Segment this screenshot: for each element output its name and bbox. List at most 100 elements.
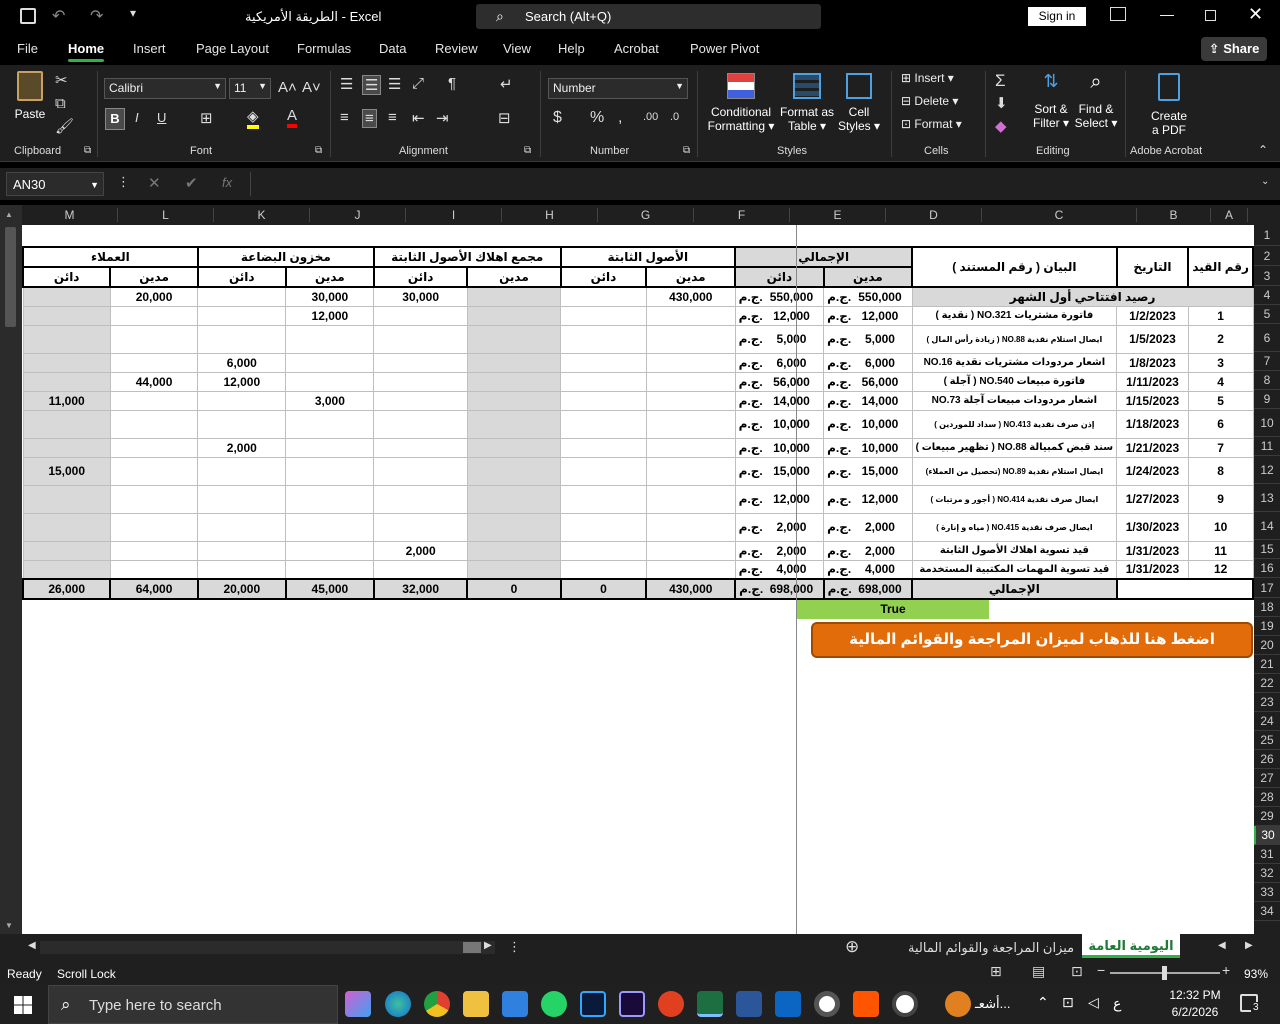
entry-i[interactable] (373, 390, 468, 411)
entry-g[interactable] (560, 484, 647, 514)
column-header-m[interactable]: M (22, 208, 118, 222)
entry-credit-total[interactable]: ج.م. 14,000 (734, 390, 825, 411)
entry-debit-total[interactable]: ج.م. 15,000 (823, 456, 913, 486)
entry-h[interactable] (466, 324, 562, 354)
total-h[interactable]: 0 (466, 578, 562, 600)
row-header-30[interactable]: 30 (1254, 826, 1280, 845)
row-header-12[interactable]: 12 (1254, 456, 1280, 484)
row-header-24[interactable]: 24 (1254, 712, 1280, 731)
total-f[interactable]: 430,000 (645, 578, 737, 600)
entry-j[interactable] (285, 437, 375, 458)
soundcloud-icon[interactable] (853, 991, 879, 1017)
entry-no[interactable]: 5 (1187, 390, 1254, 411)
entry-h[interactable] (466, 352, 562, 373)
entry-debit-total[interactable]: ج.م. 2,000 (823, 540, 913, 561)
entry-l[interactable] (109, 324, 199, 354)
row-header-13[interactable]: 13 (1254, 484, 1280, 512)
entry-no[interactable]: 3 (1187, 352, 1254, 373)
entry-description[interactable]: اشعار مردودات مشتريات نقدية NO.16 (911, 352, 1118, 373)
comma-icon[interactable]: , (618, 109, 622, 127)
edge-icon[interactable] (385, 991, 411, 1017)
column-header-l[interactable]: L (118, 208, 214, 222)
taskbar-search[interactable]: ⌕ Type here to search (48, 985, 338, 1024)
entry-m[interactable] (22, 352, 111, 373)
entry-i[interactable] (373, 305, 468, 326)
header-debit[interactable]: مدين (822, 266, 914, 288)
row-header-1[interactable]: 1 (1254, 225, 1280, 246)
entry-i[interactable] (373, 437, 468, 458)
decrease-indent-icon[interactable]: ⇤ (412, 109, 425, 127)
entry-debit-total[interactable]: ج.م. 10,000 (823, 437, 913, 458)
entry-credit-total[interactable]: ج.م. 12,000 (734, 305, 825, 326)
header-description[interactable]: البيان ( رقم المستند ) (911, 246, 1118, 288)
entry-j[interactable] (285, 352, 375, 373)
header-credit[interactable]: دائن (22, 266, 112, 288)
entry-no[interactable]: 7 (1187, 437, 1254, 458)
group-header[interactable]: مخزون البضاعة (196, 246, 375, 268)
entry-m[interactable] (22, 484, 111, 514)
windows-start-icon[interactable] (14, 996, 32, 1014)
row-header-31[interactable]: 31 (1254, 845, 1280, 864)
entry-j[interactable] (285, 540, 375, 561)
total-credit[interactable]: ج.م. 698,000 (734, 578, 825, 600)
paste-button[interactable]: Paste (12, 71, 48, 127)
entry-debit-total[interactable]: ج.م. 6,000 (823, 352, 913, 373)
header-debit[interactable]: مدين (284, 266, 375, 288)
entry-h[interactable] (466, 540, 562, 561)
entry-l[interactable] (109, 409, 199, 439)
header-entry-no[interactable]: رقم القيد (1187, 246, 1254, 288)
tab-data[interactable]: Data (379, 41, 406, 56)
entry-h[interactable] (466, 409, 562, 439)
tab-acrobat[interactable]: Acrobat (614, 41, 659, 56)
row-header-14[interactable]: 14 (1254, 512, 1280, 540)
photoshop-icon[interactable] (580, 991, 606, 1017)
underline-button[interactable]: U (157, 110, 166, 125)
whatsapp-icon[interactable] (541, 991, 567, 1017)
header-credit[interactable]: دائن (734, 266, 825, 288)
close-icon[interactable]: ✕ (1248, 4, 1263, 25)
entry-i[interactable] (373, 371, 468, 392)
create-pdf-button[interactable]: Create a PDF (1146, 71, 1192, 137)
restore-icon[interactable] (1205, 10, 1216, 21)
decrease-decimal-icon[interactable]: .0 (670, 111, 679, 123)
copy-icon[interactable]: ⧉ (55, 95, 66, 112)
entry-date[interactable]: 1/18/2023 (1116, 409, 1189, 439)
entry-no[interactable]: 1 (1187, 305, 1254, 326)
save-icon[interactable] (20, 8, 36, 24)
entry-g[interactable] (560, 437, 647, 458)
row-header-4[interactable]: 4 (1254, 286, 1280, 305)
share-button[interactable]: ⇪ Share (1201, 37, 1267, 61)
entry-no[interactable]: 10 (1187, 512, 1254, 542)
entry-date[interactable]: 1/24/2023 (1116, 456, 1189, 486)
entry-debit-total[interactable]: ج.م. 12,000 (823, 305, 913, 326)
decrease-font-icon[interactable]: A˅ (302, 79, 321, 96)
row-header-29[interactable]: 29 (1254, 807, 1280, 826)
group-header[interactable]: العملاء (22, 246, 199, 268)
entry-j[interactable] (285, 409, 375, 439)
fill-icon[interactable]: ⬇ (995, 94, 1008, 112)
vertical-scrollbar[interactable]: ▲ ▼ (0, 205, 22, 934)
entry-k[interactable] (197, 559, 287, 580)
entry-f[interactable] (645, 305, 736, 326)
entry-i[interactable] (373, 352, 468, 373)
language-indicator[interactable]: ع (1113, 995, 1121, 1012)
entry-l[interactable] (109, 559, 199, 580)
entry-m[interactable] (22, 540, 111, 561)
font-name-select[interactable]: Calibri ▼ (104, 78, 226, 99)
minimize-icon[interactable]: — (1160, 6, 1174, 22)
page-break-view-icon[interactable]: ⊡ (1071, 963, 1083, 980)
entry-description[interactable]: قيد تسوية المهمات المكتبية المستخدمة (911, 559, 1118, 580)
row-header-23[interactable]: 23 (1254, 693, 1280, 712)
entry-i[interactable] (373, 512, 468, 542)
search-box[interactable]: ⌕ Search (Alt+Q) (476, 4, 821, 29)
entry-i[interactable]: 2,000 (373, 540, 468, 561)
sheet-tab-trial-balance[interactable]: ميزان المراجعة والقوائم المالية (908, 940, 1074, 956)
page-layout-view-icon[interactable]: ▤ (1032, 963, 1045, 980)
opening-g[interactable] (560, 286, 647, 307)
go-to-trial-balance-button[interactable]: اضغط هنا للذهاب لميزان المراجعة والقوائم… (811, 622, 1253, 658)
entry-m[interactable]: 15,000 (22, 456, 111, 486)
entry-l[interactable] (109, 352, 199, 373)
row-header-10[interactable]: 10 (1254, 409, 1280, 437)
entry-k[interactable] (197, 512, 287, 542)
header-debit[interactable]: مدين (109, 266, 199, 288)
